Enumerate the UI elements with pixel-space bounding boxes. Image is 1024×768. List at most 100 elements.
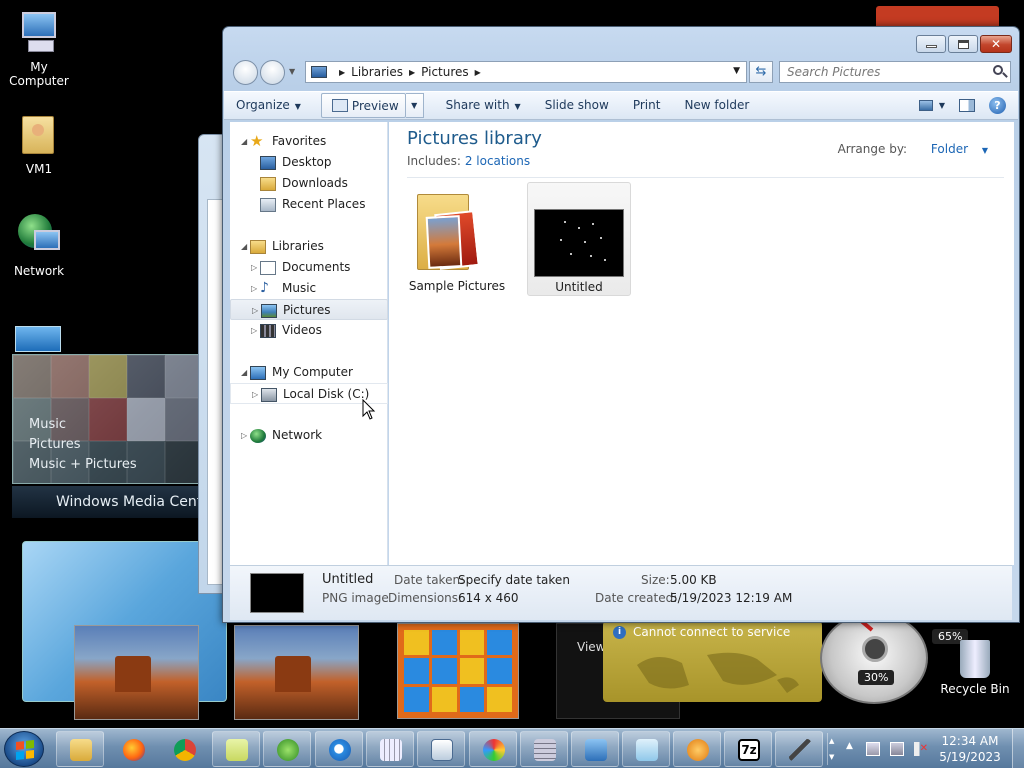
taskbar-paint[interactable]	[469, 731, 517, 767]
internet-explorer-icon	[329, 739, 351, 761]
view-options-dropdown-icon[interactable]: ▼	[939, 101, 945, 110]
nav-videos[interactable]: ▷ Videos	[230, 320, 388, 341]
breadcrumb-libraries[interactable]: Libraries	[351, 65, 403, 79]
minimize-icon	[926, 45, 937, 48]
nav-network[interactable]: ▷ Network	[230, 425, 388, 446]
arrange-by-dropdown[interactable]: Folder ▼	[921, 142, 988, 156]
collapsed-arrow-icon[interactable]: ▷	[252, 384, 258, 405]
refresh-button[interactable]: ⇆	[749, 61, 773, 83]
desktop-icon-my-computer[interactable]: My Computer	[0, 10, 78, 88]
taskbar-wordpad[interactable]	[417, 731, 465, 767]
collapsed-arrow-icon[interactable]: ▷	[251, 257, 257, 278]
change-view-icon[interactable]	[918, 100, 933, 111]
breadcrumb-chevron-icon[interactable]: ▶	[409, 68, 415, 77]
minimize-button[interactable]	[916, 35, 946, 53]
collapsed-arrow-icon[interactable]: ▷	[252, 300, 258, 321]
media-menu-pictures[interactable]: Pictures	[29, 435, 137, 455]
taskbar-media-center[interactable]	[263, 731, 311, 767]
show-hidden-icons-button[interactable]: ▲	[846, 741, 853, 751]
share-with-button[interactable]: Share with ▼	[434, 93, 533, 118]
weather-gadget[interactable]: i Cannot connect to service	[603, 621, 822, 702]
taskbar-7zip[interactable]: 7z	[724, 731, 772, 767]
clock[interactable]: 12:34 AM 5/19/2023	[938, 733, 1002, 765]
library-locations-link[interactable]: 2 locations	[465, 154, 530, 168]
nav-documents[interactable]: ▷ Documents	[230, 257, 388, 278]
taskbar-sound-recorder[interactable]	[775, 731, 823, 767]
control-panel-icon[interactable]	[15, 326, 61, 352]
expanded-arrow-icon[interactable]: ◢	[241, 236, 247, 257]
clock-time: 12:34 AM	[941, 734, 999, 748]
new-folder-button[interactable]: New folder	[672, 93, 761, 118]
back-button[interactable]	[233, 60, 258, 85]
media-center-gadget[interactable]: Music Pictures Music + Pictures	[12, 354, 202, 484]
taskbar-calculator[interactable]	[520, 731, 568, 767]
volume-muted-icon[interactable]: ✕	[914, 742, 928, 756]
preview-dropdown-button[interactable]: ▼	[405, 93, 424, 118]
nav-pictures[interactable]: ▷ Pictures	[230, 299, 388, 320]
preview-pane-icon[interactable]	[959, 99, 975, 112]
print-button[interactable]: Print	[621, 93, 673, 118]
slide-show-button[interactable]: Slide show	[533, 93, 621, 118]
folder-item-sample-pictures[interactable]: Sample Pictures	[405, 182, 509, 296]
nav-downloads[interactable]: Downloads	[230, 173, 388, 194]
address-bar[interactable]: ▶ Libraries ▶ Pictures ▶ ▼	[305, 61, 747, 83]
desktop-icon-recycle-bin[interactable]: Recycle Bin	[940, 640, 1010, 696]
breadcrumb-chevron-icon[interactable]: ▶	[475, 68, 481, 77]
organize-button[interactable]: Organize ▼	[224, 93, 313, 118]
taskbar-scroll[interactable]: ▲ ▼	[827, 733, 835, 765]
expanded-arrow-icon[interactable]: ◢	[241, 362, 247, 383]
cpu-usage-label: 30%	[858, 670, 895, 685]
search-icon[interactable]	[993, 65, 1003, 75]
file-view[interactable]: Pictures library Includes: 2 locations A…	[389, 122, 1014, 565]
taskbar-internet-explorer[interactable]	[315, 731, 363, 767]
breadcrumb-chevron-icon[interactable]: ▶	[339, 68, 345, 77]
collapsed-arrow-icon[interactable]: ▷	[251, 320, 257, 341]
taskbar-notepad[interactable]	[622, 731, 670, 767]
media-menu-music[interactable]: Music	[29, 415, 137, 435]
nav-libraries[interactable]: ◢ Libraries	[230, 236, 388, 257]
start-button[interactable]	[4, 731, 44, 767]
nav-my-computer[interactable]: ◢ My Computer	[230, 362, 388, 383]
desktop-icon-vm1[interactable]: VM1	[0, 112, 78, 176]
taskbar-sticky-notes[interactable]	[212, 731, 260, 767]
breadcrumb-pictures[interactable]: Pictures	[421, 65, 469, 79]
forward-button[interactable]	[260, 60, 285, 85]
search-input[interactable]: Search Pictures	[779, 61, 1011, 83]
action-center-icon[interactable]	[866, 742, 880, 756]
taskbar-remote-desktop[interactable]	[571, 731, 619, 767]
help-icon[interactable]: ?	[989, 97, 1006, 114]
explorer-window[interactable]: ✕ ▼ ▶ Libraries ▶ Pictures ▶ ▼ ⇆ Search …	[222, 26, 1020, 623]
nav-favorites[interactable]: ◢ ★ Favorites	[230, 131, 388, 152]
taskbar-firefox[interactable]	[109, 731, 157, 767]
recent-pages-dropdown[interactable]: ▼	[289, 67, 295, 76]
desktop-icon-label: Network	[13, 264, 65, 278]
show-desktop-button[interactable]	[1012, 729, 1024, 768]
desktop-thumbnail-monument-2[interactable]	[234, 625, 359, 720]
nav-recent-places[interactable]: Recent Places	[230, 194, 388, 215]
network-status-icon[interactable]	[890, 742, 904, 756]
nav-desktop[interactable]: Desktop	[230, 152, 388, 173]
close-button[interactable]: ✕	[980, 35, 1012, 53]
preview-button[interactable]: Preview	[320, 93, 406, 118]
collapsed-arrow-icon[interactable]: ▷	[251, 278, 257, 299]
taskbar-explorer[interactable]	[56, 731, 104, 767]
feed-view-label[interactable]: View	[577, 640, 605, 654]
media-center-brand[interactable]: Windows Media Center	[12, 486, 202, 518]
taskbar-chrome[interactable]	[160, 731, 208, 767]
address-dropdown-icon[interactable]: ▼	[733, 66, 740, 76]
date-created-value: 5/19/2023 12:19 AM	[670, 591, 793, 605]
maximize-button[interactable]	[948, 35, 978, 53]
desktop-icon	[260, 156, 276, 170]
desktop-thumbnail-monument-1[interactable]	[74, 625, 199, 720]
desktop-icon-network[interactable]: Network	[0, 214, 78, 278]
taskbar-media-player[interactable]	[673, 731, 721, 767]
taskbar-on-screen-keyboard[interactable]	[366, 731, 414, 767]
cpu-meter-gadget[interactable]	[820, 604, 928, 704]
nav-music[interactable]: ▷ ♪ Music	[230, 278, 388, 299]
collapsed-arrow-icon[interactable]: ▷	[241, 425, 247, 446]
media-menu-music-pictures[interactable]: Music + Pictures	[29, 455, 137, 475]
expanded-arrow-icon[interactable]: ◢	[241, 131, 247, 152]
puzzle-gadget[interactable]	[397, 623, 519, 719]
date-taken-value[interactable]: Specify date taken	[458, 573, 570, 587]
file-item-untitled[interactable]: Untitled	[527, 182, 631, 296]
